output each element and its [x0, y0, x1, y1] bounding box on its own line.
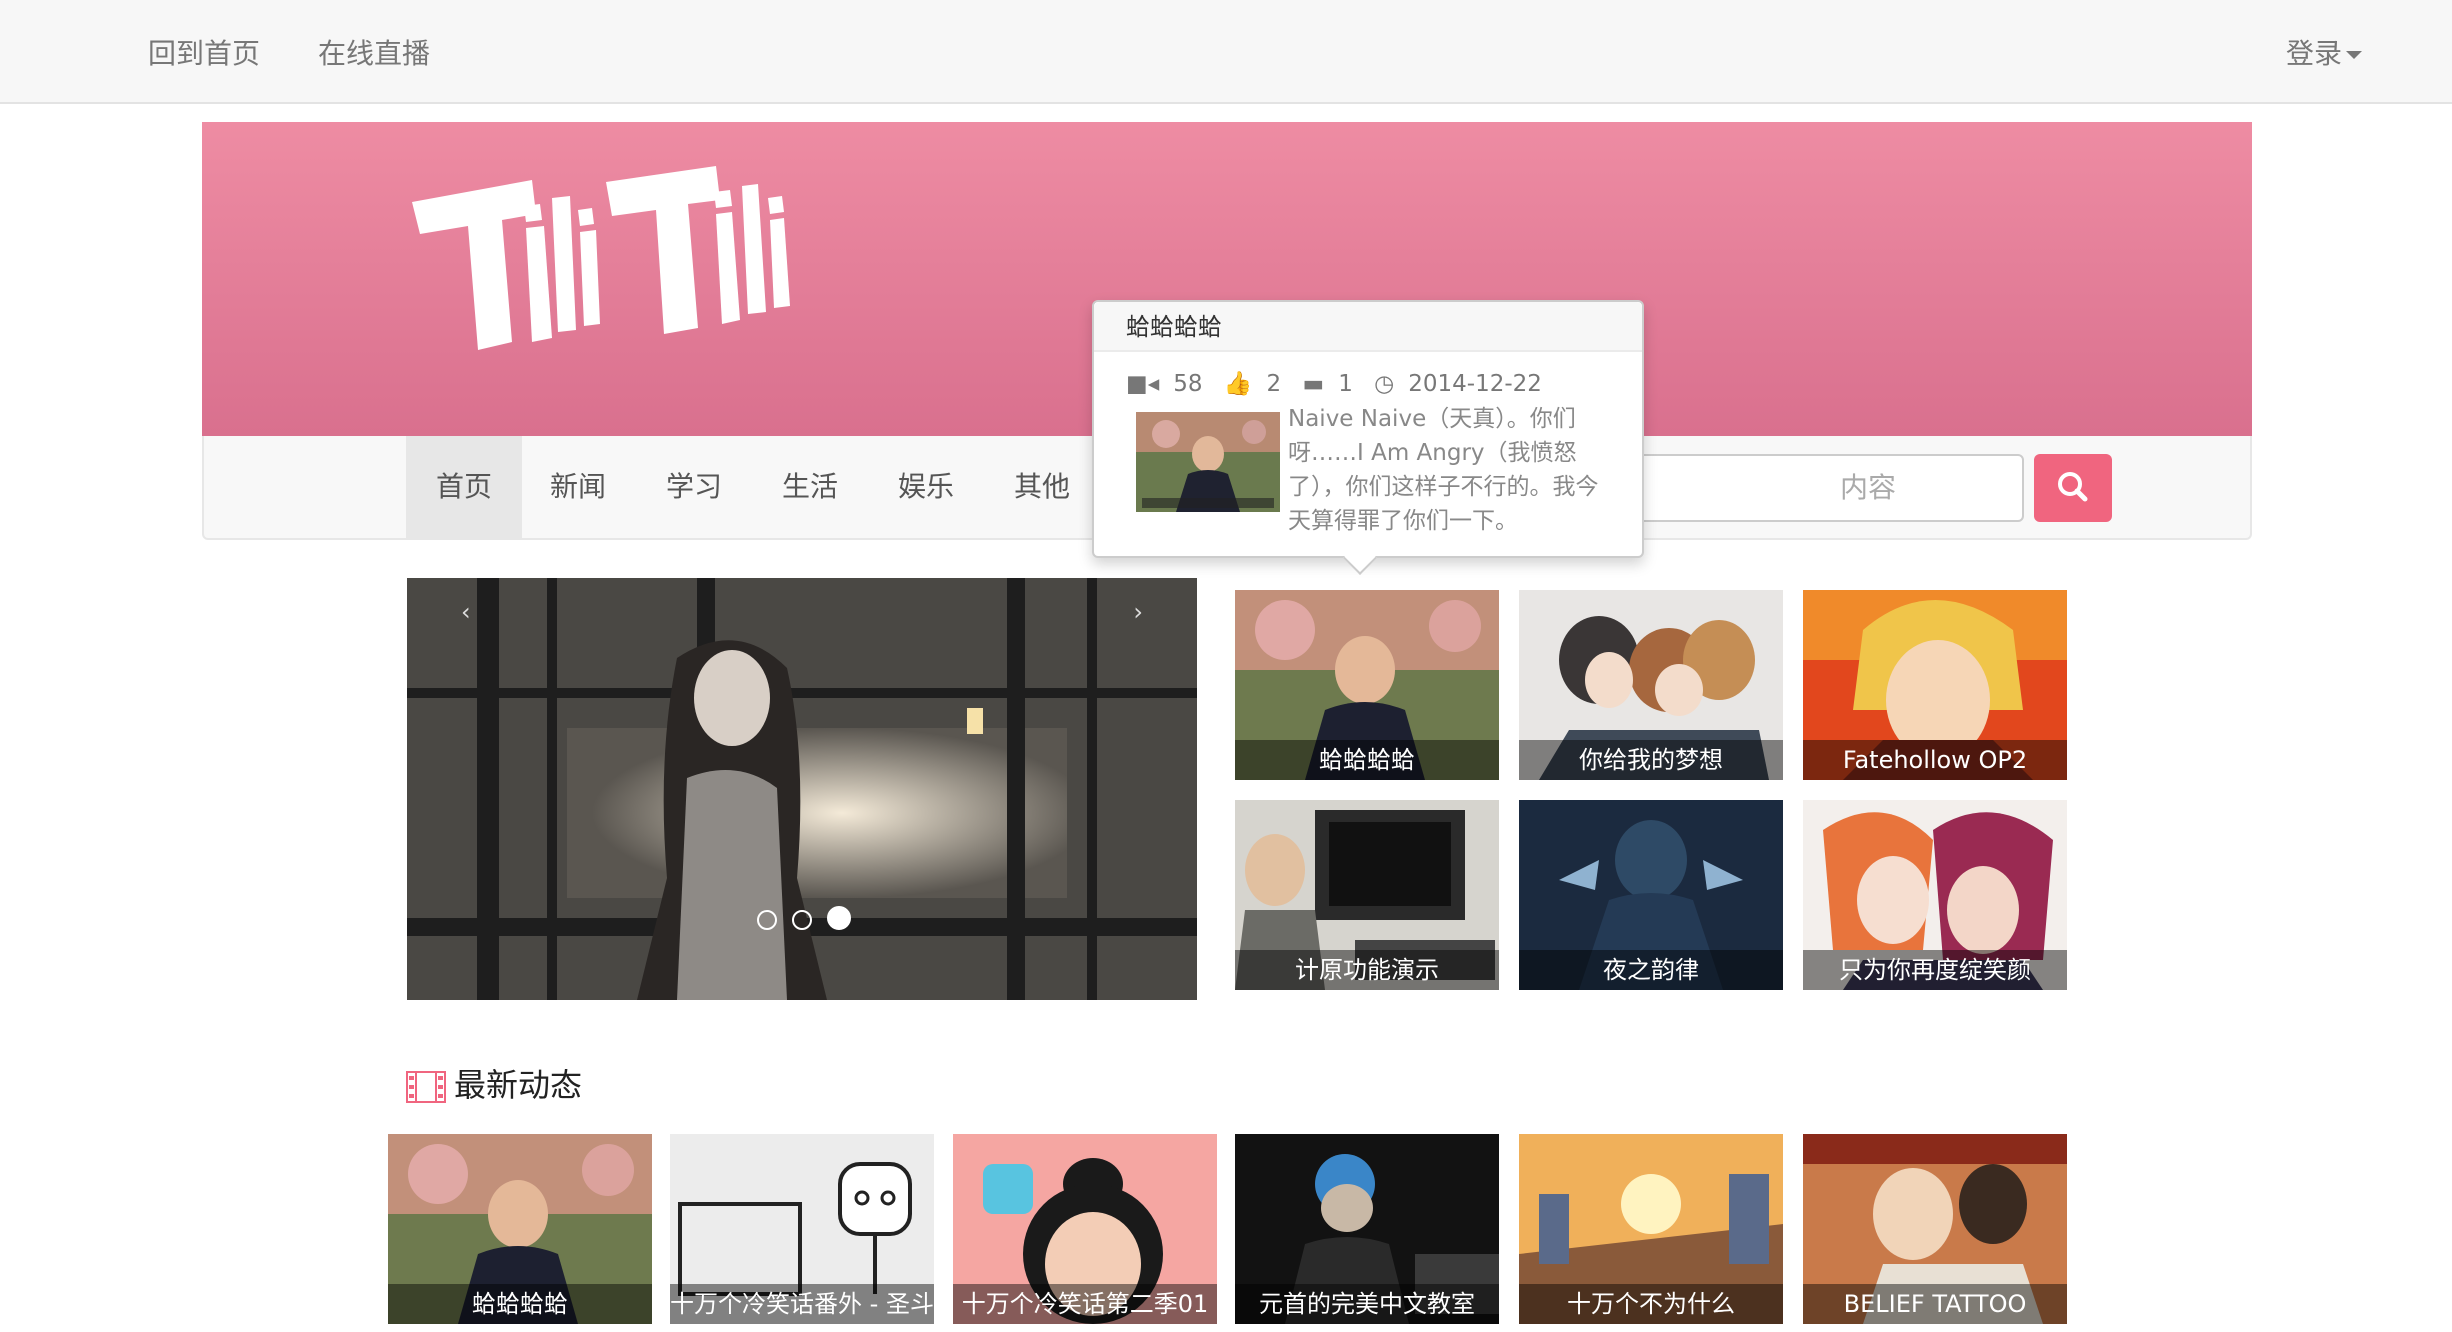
upload-date: 2014-12-22 — [1408, 371, 1542, 397]
comment-icon: ▬ — [1302, 371, 1325, 397]
featured-video-tile[interactable]: 你给我的梦想 — [1519, 590, 1783, 780]
carousel-dot[interactable] — [757, 910, 777, 930]
tilitili-logo[interactable] — [412, 162, 852, 392]
tab-study[interactable]: 学习 — [636, 436, 752, 538]
latest-video-tile[interactable]: 十万个冷笑话番外 - 圣斗 — [670, 1134, 934, 1324]
video-camera-icon: ■◂ — [1126, 371, 1160, 397]
featured-video-tile[interactable]: Fatehollow OP2 — [1803, 590, 2067, 780]
home-link[interactable]: 回到首页 — [148, 32, 260, 72]
tab-home[interactable]: 首页 — [406, 436, 523, 538]
video-title: 只为你再度绽笑颜 — [1803, 950, 2067, 990]
popover-thumbnail — [1136, 412, 1280, 512]
login-dropdown[interactable]: 登录 — [2286, 32, 2362, 72]
video-title: 元首的完美中文教室 — [1235, 1284, 1499, 1324]
carousel-next-icon[interactable]: › — [1133, 598, 1143, 626]
top-navbar: 回到首页 在线直播 登录 — [0, 0, 2452, 104]
featured-video-tile[interactable]: 计原功能演示 — [1235, 800, 1499, 990]
video-title: 十万个冷笑话第二季01 — [953, 1284, 1217, 1324]
popover-title: 蛤蛤蛤蛤 — [1094, 302, 1642, 352]
clock-icon: ◷ — [1374, 371, 1395, 397]
popover-arrow — [1343, 541, 1377, 575]
featured-video-tile[interactable]: 夜之韵律 — [1519, 800, 1783, 990]
like-count: 2 — [1266, 371, 1282, 397]
popover-stats: ■◂ 58 👍 2 ▬ 1 ◷ 2014-12-22 — [1126, 370, 1556, 397]
latest-video-tile[interactable]: BELIEF TATTOO — [1803, 1134, 2067, 1324]
carousel-prev-icon[interactable]: ‹ — [461, 598, 471, 626]
tab-news[interactable]: 新闻 — [520, 436, 636, 538]
video-title: 夜之韵律 — [1519, 950, 1783, 990]
live-link[interactable]: 在线直播 — [318, 32, 430, 72]
video-title: 十万个不为什么 — [1519, 1284, 1783, 1324]
latest-video-tile[interactable]: 元首的完美中文教室 — [1235, 1134, 1499, 1324]
featured-video-tile[interactable]: 蛤蛤蛤蛤 — [1235, 590, 1499, 780]
search-input[interactable]: 内容 — [1594, 454, 2024, 522]
carousel-dot[interactable] — [792, 910, 813, 930]
view-count: 58 — [1173, 371, 1203, 397]
caret-down-icon — [2346, 51, 2362, 59]
carousel-indicators — [757, 906, 861, 934]
tab-entertainment[interactable]: 娱乐 — [868, 436, 984, 538]
carousel-slide-image — [407, 578, 1197, 1000]
thumbs-up-icon: 👍 — [1223, 371, 1253, 397]
tab-other[interactable]: 其他 — [984, 436, 1100, 538]
carousel-dot-active[interactable] — [827, 906, 852, 930]
login-label: 登录 — [2285, 37, 2342, 70]
video-title: Fatehollow OP2 — [1803, 740, 2067, 780]
latest-video-tile[interactable]: 十万个不为什么 — [1519, 1134, 1783, 1324]
video-title: BELIEF TATTOO — [1803, 1284, 2067, 1324]
search-icon — [2058, 471, 2088, 501]
tab-life[interactable]: 生活 — [752, 436, 868, 538]
video-title: 蛤蛤蛤蛤 — [1235, 740, 1499, 780]
popover-description: Naive Naive（天真）。你们呀……I Am Angry（我愤怒了），你们… — [1288, 406, 1599, 534]
video-title: 蛤蛤蛤蛤 — [388, 1284, 652, 1324]
featured-carousel[interactable]: ‹ › — [407, 578, 1197, 1000]
latest-video-tile[interactable]: 十万个冷笑话第二季01 — [953, 1134, 1217, 1324]
search-button[interactable] — [2034, 454, 2112, 522]
video-popover: 蛤蛤蛤蛤 ■◂ 58 👍 2 ▬ 1 ◷ 2014-12-22 Naive Naive（… — [1092, 300, 1644, 575]
video-title: 你给我的梦想 — [1519, 740, 1783, 780]
video-title: 计原功能演示 — [1235, 950, 1499, 990]
latest-video-tile[interactable]: 蛤蛤蛤蛤 — [388, 1134, 652, 1324]
featured-video-tile[interactable]: 只为你再度绽笑颜 — [1803, 800, 2067, 990]
latest-heading-text: 最新动态 — [454, 1066, 583, 1104]
latest-section-heading: 最新动态 — [406, 1060, 582, 1106]
video-title: 十万个冷笑话番外 - 圣斗 — [670, 1284, 934, 1324]
comment-count: 1 — [1338, 371, 1353, 397]
film-icon — [406, 1071, 446, 1103]
